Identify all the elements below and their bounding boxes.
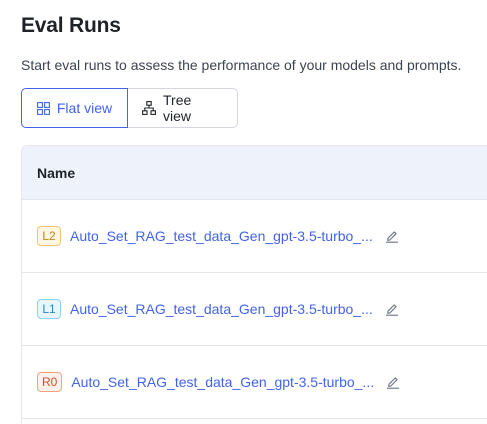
table-row: L1 Auto_Set_RAG_test_data_Gen_gpt-3.5-tu… [22, 273, 487, 346]
table-row: L2 Auto_Set_RAG_test_data_Gen_gpt-3.5-tu… [22, 200, 487, 273]
view-toggle: Flat view Tree view [21, 88, 238, 128]
pencil-icon[interactable] [385, 302, 399, 316]
table-row: R0 Auto_Set_RAG_test_data_Gen_gpt-3.5-tu… [22, 346, 487, 419]
run-level-badge: R0 [37, 372, 63, 392]
pencil-icon[interactable] [385, 229, 399, 243]
pencil-icon[interactable] [386, 375, 400, 389]
run-level-badge: L1 [37, 299, 61, 319]
grid-icon [36, 101, 50, 115]
run-name-link[interactable]: Auto_Set_RAG_test_data_Gen_gpt-3.5-turbo… [70, 301, 373, 317]
eval-runs-page: Eval Runs Start eval runs to assess the … [0, 0, 487, 424]
flat-view-button[interactable]: Flat view [21, 88, 128, 128]
page-title: Eval Runs [21, 14, 121, 37]
hierarchy-icon [142, 101, 156, 115]
tree-view-label: Tree view [163, 92, 192, 124]
page-subtitle: Start eval runs to assess the performanc… [21, 57, 462, 73]
eval-runs-table: Name L2 Auto_Set_RAG_test_data_Gen_gpt-3… [21, 145, 487, 424]
run-name-link[interactable]: Auto_Set_RAG_test_data_Gen_gpt-3.5-turbo… [70, 228, 373, 244]
flat-view-label: Flat view [56, 100, 113, 116]
tree-view-button[interactable]: Tree view [128, 88, 238, 128]
table-header: Name [22, 146, 487, 200]
run-name-link[interactable]: Auto_Set_RAG_test_data_Gen_gpt-3.5-turbo… [71, 374, 374, 390]
run-level-badge: L2 [37, 226, 61, 246]
column-header-name: Name [37, 164, 76, 181]
